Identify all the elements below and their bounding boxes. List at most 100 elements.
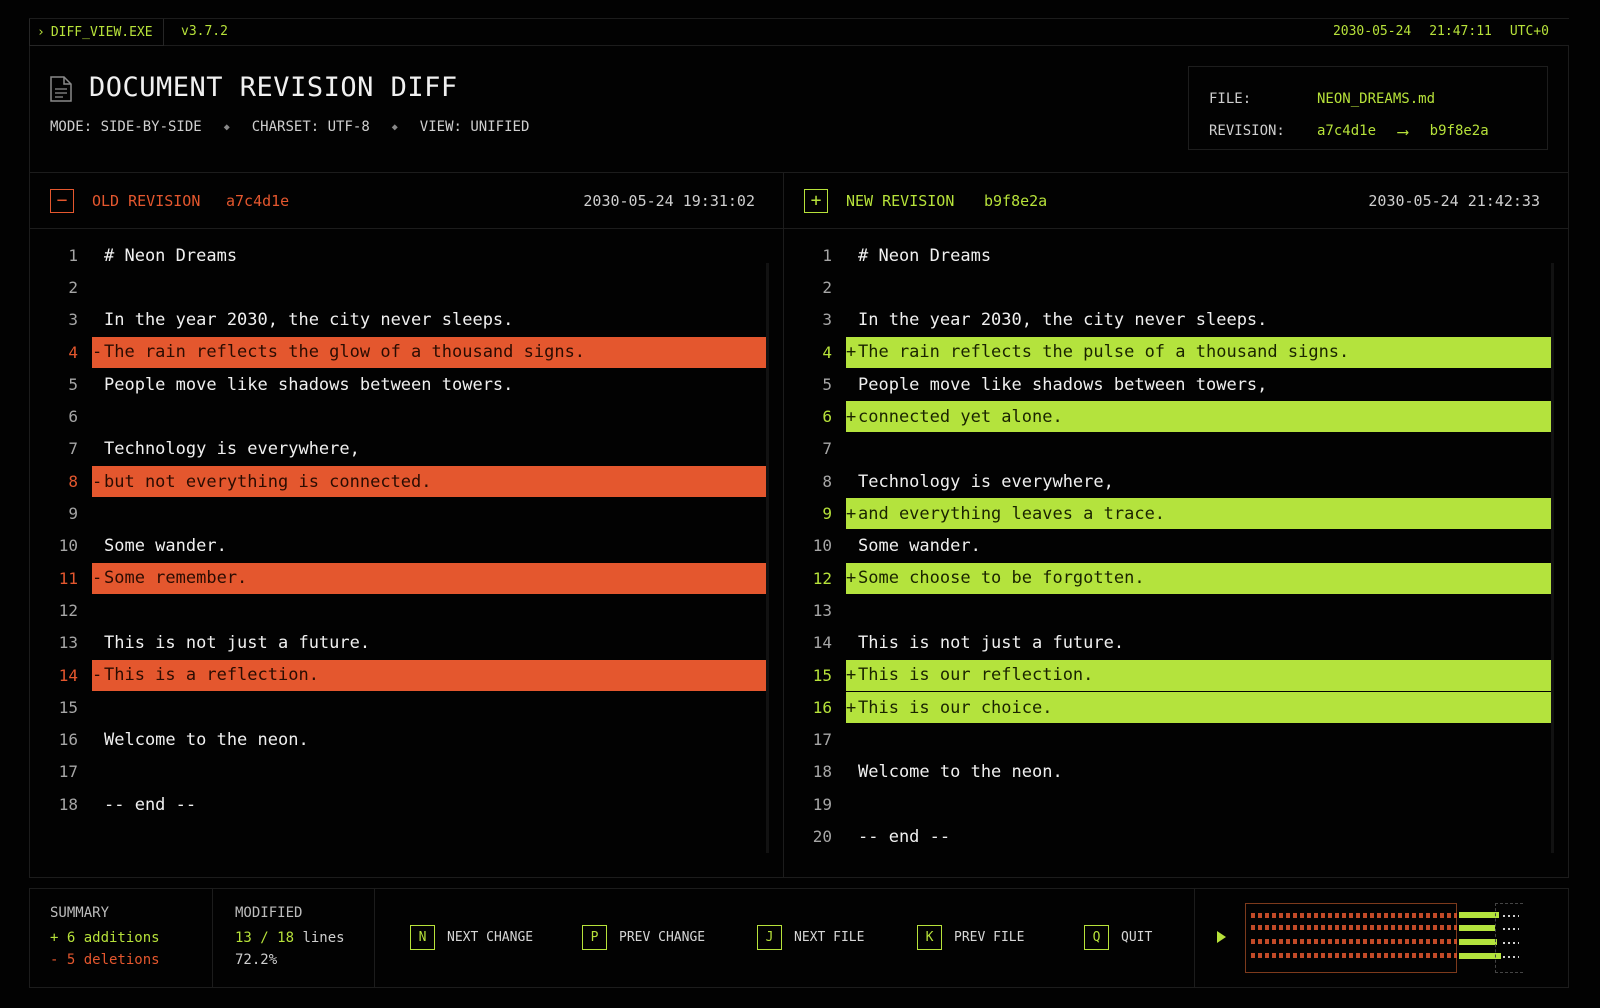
line-number: 10 — [58, 536, 78, 556]
line-text: This is not just a future. — [92, 628, 767, 659]
line-content: People move like shadows between towers, — [858, 374, 1268, 395]
old-revision-panel[interactable]: − OLD REVISION a7c4d1e 2030-05-24 19:31:… — [30, 173, 784, 877]
code-line[interactable]: 8 Technology is everywhere, — [784, 465, 1568, 497]
arrow-right-icon: ⟶ — [1398, 121, 1408, 141]
old-revision-header: − OLD REVISION a7c4d1e 2030-05-24 19:31:… — [30, 173, 783, 229]
new-lines: 1 # Neon Dreams 2 3 In the year 2030, the ci… — [784, 239, 1568, 853]
code-line[interactable]: 13 This is not just a future. — [30, 627, 783, 659]
code-line[interactable]: 12 — [30, 594, 783, 626]
code-line[interactable]: 1 # Neon Dreams — [784, 239, 1568, 271]
minus-marker: - — [92, 342, 103, 363]
code-line[interactable]: 19 — [784, 788, 1568, 820]
code-line[interactable]: 10 Some wander. — [30, 530, 783, 562]
modified-lines: 13 / 18 lines — [235, 927, 352, 949]
additions-count: + 6 additions — [50, 930, 160, 946]
code-line[interactable]: 18 Welcome to the neon. — [784, 756, 1568, 788]
next-file-button[interactable]: J NEXT FILE — [757, 925, 864, 950]
code-line[interactable]: 1 # Neon Dreams — [30, 239, 783, 271]
minimap-dots — [1503, 915, 1519, 917]
key-cap: N — [410, 925, 435, 950]
code-line[interactable]: 14 This is not just a future. — [784, 627, 1568, 659]
line-text: # Neon Dreams — [92, 240, 767, 271]
prev-file-button[interactable]: K PREV FILE — [917, 925, 1024, 950]
diff-panels: − OLD REVISION a7c4d1e 2030-05-24 19:31:… — [29, 172, 1569, 878]
quit-button[interactable]: Q QUIT — [1084, 925, 1152, 950]
clock-timezone: UTC+0 — [1509, 24, 1549, 39]
meta-separator-icon: ◆ — [391, 121, 398, 133]
play-icon — [1217, 931, 1226, 943]
deleted-line[interactable]: 4- The rain reflects the glow of a thousa… — [30, 336, 783, 368]
code-line[interactable]: 15 — [30, 691, 783, 723]
deleted-line[interactable]: 8- but not everything is connected. — [30, 465, 783, 498]
code-line[interactable]: 2 — [30, 271, 783, 303]
line-content: People move like shadows between towers. — [104, 374, 514, 395]
prev-change-button[interactable]: P PREV CHANGE — [582, 925, 705, 950]
line-number: 5 — [68, 374, 78, 394]
line-text: Welcome to the neon. — [92, 724, 767, 755]
minus-marker: - — [92, 665, 103, 686]
added-line[interactable]: 15 + This is our reflection. — [784, 659, 1568, 691]
minimap-add-bar — [1459, 912, 1499, 918]
code-line[interactable]: 7 Technology is everywhere, — [30, 433, 783, 465]
line-text: + Some choose to be forgotten. — [846, 562, 1552, 594]
plus-marker: + — [846, 665, 857, 686]
code-line[interactable]: 9 — [30, 497, 783, 529]
minus-icon: − — [50, 189, 74, 213]
line-number: 7 — [822, 439, 832, 459]
old-scrollbar[interactable] — [766, 263, 769, 853]
code-line[interactable]: 5 People move like shadows between towers… — [784, 368, 1568, 400]
page-header: DOCUMENT REVISION DIFF MODE: SIDE-BY-SID… — [29, 46, 1569, 172]
added-line[interactable]: 6 + connected yet alone. — [784, 400, 1568, 433]
view-meta: MODE: SIDE-BY-SIDE ◆ CHARSET: UTF-8 ◆ VI… — [50, 119, 529, 135]
deleted-line[interactable]: 14- This is a reflection. — [30, 659, 783, 691]
added-line[interactable]: 16 + This is our choice. — [784, 691, 1568, 724]
diff-minimap[interactable] — [1217, 901, 1545, 977]
code-line[interactable]: 2 — [784, 271, 1568, 303]
code-line[interactable]: 6 — [30, 400, 783, 432]
line-content: # Neon Dreams — [858, 245, 992, 266]
code-line[interactable]: 18 -- end -- — [30, 788, 783, 820]
line-text — [92, 272, 767, 303]
added-line[interactable]: 12 + Some choose to be forgotten. — [784, 562, 1568, 594]
added-line[interactable]: 9 + and everything leaves a trace. — [784, 497, 1568, 530]
deleted-line[interactable]: 11- Some remember. — [30, 562, 783, 594]
added-line[interactable]: 4 + The rain reflects the pulse of a thous… — [784, 336, 1568, 368]
modified-block: MODIFIED 13 / 18 lines 72.2% — [213, 889, 375, 987]
key-cap: J — [757, 925, 782, 950]
new-scrollbar[interactable] — [1551, 263, 1554, 853]
minimap-add-bar — [1459, 939, 1497, 945]
code-line[interactable]: 16 Welcome to the neon. — [30, 723, 783, 755]
minimap-track — [1251, 939, 1457, 944]
code-line[interactable]: 3 In the year 2030, the city never sleeps… — [30, 304, 783, 336]
code-line[interactable]: 17 — [784, 723, 1568, 755]
code-line[interactable]: 20 -- end -- — [784, 820, 1568, 852]
plus-marker: + — [846, 568, 857, 589]
line-number: 17 — [58, 762, 78, 782]
code-line[interactable]: 7 — [784, 433, 1568, 465]
key-label: QUIT — [1121, 930, 1153, 945]
code-line[interactable]: 5 People move like shadows between towers… — [30, 368, 783, 400]
deletions-count: - 5 deletions — [50, 952, 160, 968]
line-text: Technology is everywhere, — [92, 434, 767, 465]
new-revision-panel[interactable]: + NEW REVISION b9f8e2a 2030-05-24 21:42:… — [784, 173, 1568, 877]
line-content: Some wander. — [858, 536, 981, 557]
line-text: -- end -- — [92, 789, 767, 820]
code-line[interactable]: 13 — [784, 594, 1568, 626]
line-text: + This is our choice. — [846, 692, 1552, 724]
line-text: -- end -- — [846, 821, 1552, 852]
code-line[interactable]: 10 Some wander. — [784, 530, 1568, 562]
minimap-dots — [1503, 942, 1519, 944]
line-text — [846, 434, 1552, 465]
next-change-button[interactable]: N NEXT CHANGE — [410, 925, 533, 950]
app-version: v3.7.2 — [181, 24, 228, 39]
minimap-right-frame — [1495, 903, 1523, 973]
line-text: People move like shadows between towers. — [92, 369, 767, 400]
line-number: 5 — [822, 374, 832, 394]
minimap-track — [1251, 953, 1457, 958]
code-line[interactable]: 3 In the year 2030, the city never sleeps… — [784, 304, 1568, 336]
revision-from: a7c4d1e — [1317, 123, 1377, 139]
line-text: + The rain reflects the pulse of a thousa… — [846, 336, 1552, 368]
app-tag: › DIFF_VIEW.EXE — [29, 19, 164, 46]
line-content: -- end -- — [858, 826, 951, 847]
code-line[interactable]: 17 — [30, 756, 783, 788]
